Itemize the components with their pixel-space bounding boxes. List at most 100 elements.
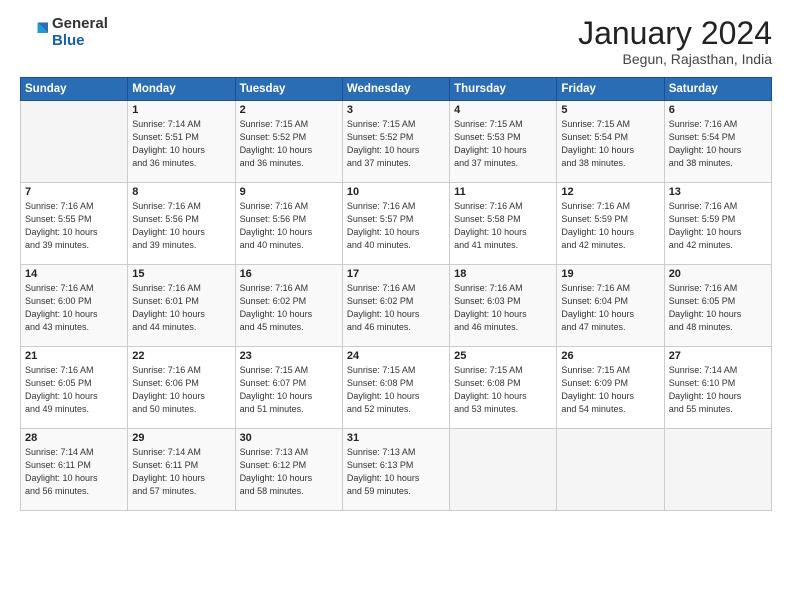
calendar-cell: 26 Sunrise: 7:15 AM Sunset: 6:09 PM Dayli… bbox=[557, 347, 664, 429]
day-number: 25 bbox=[454, 350, 552, 362]
calendar-cell: 14 Sunrise: 7:16 AM Sunset: 6:00 PM Dayli… bbox=[21, 265, 128, 347]
calendar-cell: 23 Sunrise: 7:15 AM Sunset: 6:07 PM Dayli… bbox=[235, 347, 342, 429]
calendar-cell: 9 Sunrise: 7:16 AM Sunset: 5:56 PM Daylig… bbox=[235, 183, 342, 265]
calendar-cell: 15Sunrise: 7:16 AM Sunset: 6:01 PM Dayli… bbox=[128, 265, 235, 347]
day-number: 8 bbox=[132, 186, 230, 198]
logo-general: General bbox=[52, 16, 108, 33]
day-info: Sunrise: 7:16 AM Sunset: 6:02 PM Dayligh… bbox=[240, 282, 338, 334]
day-number: 24 bbox=[347, 350, 445, 362]
calendar-week-row: 28Sunrise: 7:14 AM Sunset: 6:11 PM Dayli… bbox=[21, 429, 772, 511]
day-info: Sunrise: 7:16 AM Sunset: 6:05 PM Dayligh… bbox=[669, 282, 767, 334]
logo-blue: Blue bbox=[52, 33, 108, 50]
day-info: Sunrise: 7:15 AM Sunset: 6:08 PM Dayligh… bbox=[454, 364, 552, 416]
day-number: 18 bbox=[454, 268, 552, 280]
weekday-header: Sunday bbox=[21, 78, 128, 101]
page-header: General Blue January 2024 Begun, Rajasth… bbox=[20, 16, 772, 67]
calendar-week-row: 1Sunrise: 7:14 AM Sunset: 5:51 PM Daylig… bbox=[21, 101, 772, 183]
day-number: 11 bbox=[454, 186, 552, 198]
day-number: 12 bbox=[561, 186, 659, 198]
day-number: 30 bbox=[240, 432, 338, 444]
day-info: Sunrise: 7:16 AM Sunset: 6:00 PM Dayligh… bbox=[25, 282, 123, 334]
day-info: Sunrise: 7:15 AM Sunset: 5:52 PM Dayligh… bbox=[240, 118, 338, 170]
day-info: Sunrise: 7:16 AM Sunset: 5:55 PM Dayligh… bbox=[25, 200, 123, 252]
day-number: 14 bbox=[25, 268, 123, 280]
logo-icon bbox=[20, 19, 48, 47]
day-number: 16 bbox=[240, 268, 338, 280]
calendar-cell: 16 Sunrise: 7:16 AM Sunset: 6:02 PM Dayli… bbox=[235, 265, 342, 347]
day-info: Sunrise: 7:16 AM Sunset: 6:01 PM Dayligh… bbox=[132, 282, 230, 334]
logo: General Blue bbox=[20, 16, 108, 49]
calendar-cell: 7 Sunrise: 7:16 AM Sunset: 5:55 PM Daylig… bbox=[21, 183, 128, 265]
weekday-header: Thursday bbox=[450, 78, 557, 101]
day-number: 10 bbox=[347, 186, 445, 198]
calendar-cell bbox=[557, 429, 664, 511]
calendar-cell: 24 Sunrise: 7:15 AM Sunset: 6:08 PM Dayli… bbox=[342, 347, 449, 429]
calendar-cell: 29 Sunrise: 7:14 AM Sunset: 6:11 PM Dayli… bbox=[128, 429, 235, 511]
weekday-header: Friday bbox=[557, 78, 664, 101]
day-info: Sunrise: 7:14 AM Sunset: 6:11 PM Dayligh… bbox=[132, 446, 230, 498]
calendar-cell: 4 Sunrise: 7:15 AM Sunset: 5:53 PM Daylig… bbox=[450, 101, 557, 183]
day-number: 5 bbox=[561, 104, 659, 116]
day-info: Sunrise: 7:14 AM Sunset: 6:11 PM Dayligh… bbox=[25, 446, 123, 498]
calendar-table: SundayMondayTuesdayWednesdayThursdayFrid… bbox=[20, 77, 772, 511]
day-info: Sunrise: 7:13 AM Sunset: 6:12 PM Dayligh… bbox=[240, 446, 338, 498]
day-info: Sunrise: 7:16 AM Sunset: 5:56 PM Dayligh… bbox=[240, 200, 338, 252]
calendar-cell bbox=[21, 101, 128, 183]
day-info: Sunrise: 7:16 AM Sunset: 5:59 PM Dayligh… bbox=[669, 200, 767, 252]
day-info: Sunrise: 7:16 AM Sunset: 6:02 PM Dayligh… bbox=[347, 282, 445, 334]
day-info: Sunrise: 7:15 AM Sunset: 6:07 PM Dayligh… bbox=[240, 364, 338, 416]
day-number: 23 bbox=[240, 350, 338, 362]
day-number: 13 bbox=[669, 186, 767, 198]
calendar-cell: 18 Sunrise: 7:16 AM Sunset: 6:03 PM Dayli… bbox=[450, 265, 557, 347]
weekday-row: SundayMondayTuesdayWednesdayThursdayFrid… bbox=[21, 78, 772, 101]
day-number: 9 bbox=[240, 186, 338, 198]
calendar-cell: 11 Sunrise: 7:16 AM Sunset: 5:58 PM Dayli… bbox=[450, 183, 557, 265]
day-number: 6 bbox=[669, 104, 767, 116]
day-info: Sunrise: 7:16 AM Sunset: 5:54 PM Dayligh… bbox=[669, 118, 767, 170]
calendar-cell: 5Sunrise: 7:15 AM Sunset: 5:54 PM Daylig… bbox=[557, 101, 664, 183]
day-info: Sunrise: 7:16 AM Sunset: 6:03 PM Dayligh… bbox=[454, 282, 552, 334]
calendar-cell: 25 Sunrise: 7:15 AM Sunset: 6:08 PM Dayli… bbox=[450, 347, 557, 429]
calendar-body: 1Sunrise: 7:14 AM Sunset: 5:51 PM Daylig… bbox=[21, 101, 772, 511]
calendar-cell: 13 Sunrise: 7:16 AM Sunset: 5:59 PM Dayli… bbox=[664, 183, 771, 265]
day-info: Sunrise: 7:15 AM Sunset: 6:08 PM Dayligh… bbox=[347, 364, 445, 416]
logo-text: General Blue bbox=[52, 16, 108, 49]
day-info: Sunrise: 7:15 AM Sunset: 6:09 PM Dayligh… bbox=[561, 364, 659, 416]
day-number: 31 bbox=[347, 432, 445, 444]
calendar-cell: 31 Sunrise: 7:13 AM Sunset: 6:13 PM Dayli… bbox=[342, 429, 449, 511]
day-number: 7 bbox=[25, 186, 123, 198]
day-info: Sunrise: 7:15 AM Sunset: 5:53 PM Dayligh… bbox=[454, 118, 552, 170]
day-info: Sunrise: 7:14 AM Sunset: 6:10 PM Dayligh… bbox=[669, 364, 767, 416]
day-info: Sunrise: 7:16 AM Sunset: 5:56 PM Dayligh… bbox=[132, 200, 230, 252]
title-block: January 2024 Begun, Rajasthan, India bbox=[578, 16, 772, 67]
calendar-cell: 3Sunrise: 7:15 AM Sunset: 5:52 PM Daylig… bbox=[342, 101, 449, 183]
calendar-cell: 27 Sunrise: 7:14 AM Sunset: 6:10 PM Dayli… bbox=[664, 347, 771, 429]
calendar-cell: 20 Sunrise: 7:16 AM Sunset: 6:05 PM Dayli… bbox=[664, 265, 771, 347]
calendar-cell: 19Sunrise: 7:16 AM Sunset: 6:04 PM Dayli… bbox=[557, 265, 664, 347]
day-info: Sunrise: 7:16 AM Sunset: 5:59 PM Dayligh… bbox=[561, 200, 659, 252]
day-number: 29 bbox=[132, 432, 230, 444]
weekday-header: Saturday bbox=[664, 78, 771, 101]
day-info: Sunrise: 7:16 AM Sunset: 6:05 PM Dayligh… bbox=[25, 364, 123, 416]
day-info: Sunrise: 7:13 AM Sunset: 6:13 PM Dayligh… bbox=[347, 446, 445, 498]
day-number: 3 bbox=[347, 104, 445, 116]
calendar-cell: 6 Sunrise: 7:16 AM Sunset: 5:54 PM Daylig… bbox=[664, 101, 771, 183]
day-info: Sunrise: 7:16 AM Sunset: 5:58 PM Dayligh… bbox=[454, 200, 552, 252]
location: Begun, Rajasthan, India bbox=[578, 51, 772, 67]
day-number: 20 bbox=[669, 268, 767, 280]
calendar-header: SundayMondayTuesdayWednesdayThursdayFrid… bbox=[21, 78, 772, 101]
calendar-cell: 2 Sunrise: 7:15 AM Sunset: 5:52 PM Daylig… bbox=[235, 101, 342, 183]
day-number: 17 bbox=[347, 268, 445, 280]
day-number: 26 bbox=[561, 350, 659, 362]
weekday-header: Wednesday bbox=[342, 78, 449, 101]
day-number: 2 bbox=[240, 104, 338, 116]
calendar-cell: 17 Sunrise: 7:16 AM Sunset: 6:02 PM Dayli… bbox=[342, 265, 449, 347]
day-info: Sunrise: 7:16 AM Sunset: 5:57 PM Dayligh… bbox=[347, 200, 445, 252]
day-number: 4 bbox=[454, 104, 552, 116]
calendar-cell: 21Sunrise: 7:16 AM Sunset: 6:05 PM Dayli… bbox=[21, 347, 128, 429]
day-number: 22 bbox=[132, 350, 230, 362]
day-number: 27 bbox=[669, 350, 767, 362]
day-info: Sunrise: 7:16 AM Sunset: 6:06 PM Dayligh… bbox=[132, 364, 230, 416]
calendar-week-row: 14 Sunrise: 7:16 AM Sunset: 6:00 PM Dayli… bbox=[21, 265, 772, 347]
calendar-cell bbox=[664, 429, 771, 511]
